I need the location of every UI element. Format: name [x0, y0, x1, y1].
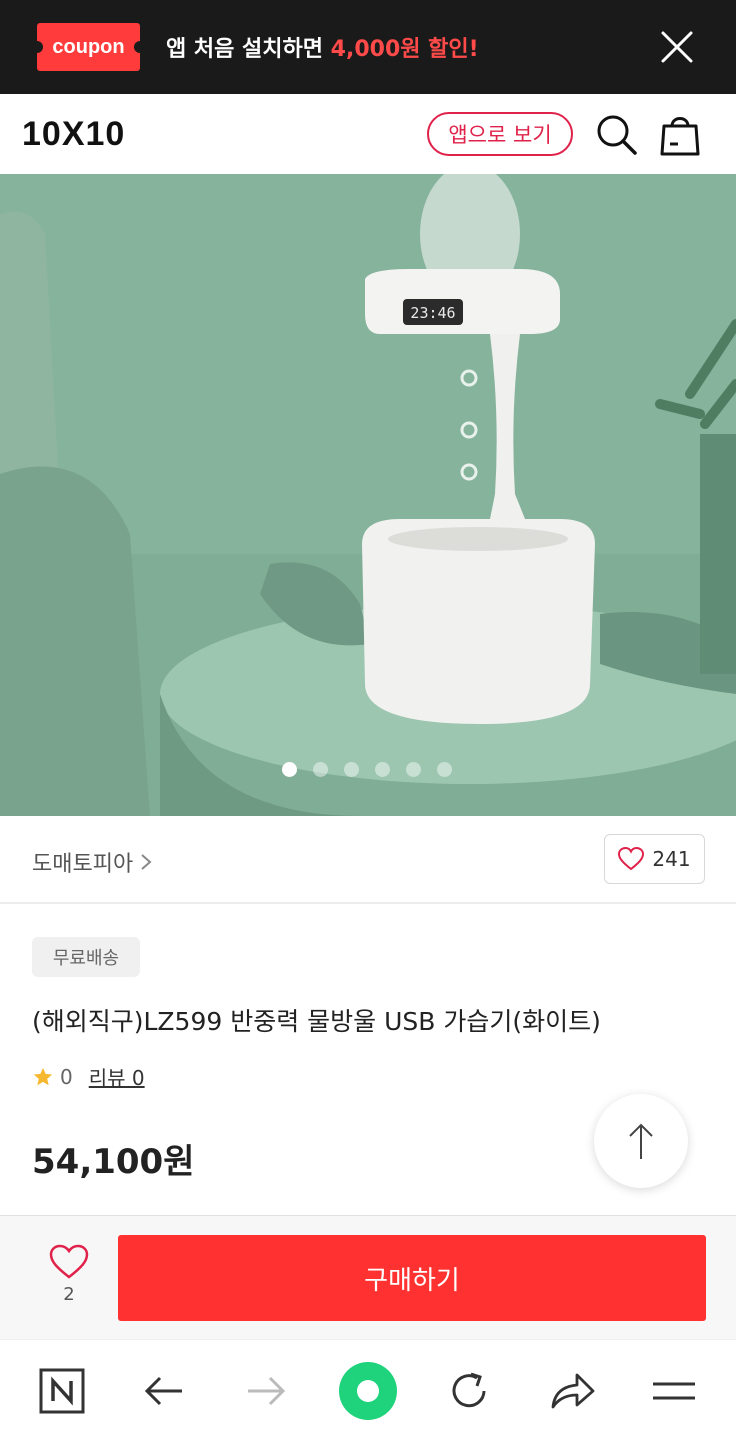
site-header: 10X10 앱으로 보기: [0, 94, 736, 174]
close-icon[interactable]: [658, 28, 696, 66]
rating-row: 0 리뷰 0: [32, 1062, 145, 1091]
buy-button[interactable]: 구매하기: [118, 1235, 706, 1321]
site-logo[interactable]: 10X10: [22, 115, 125, 154]
heart-icon: [49, 1244, 89, 1279]
gallery-dot[interactable]: [344, 762, 359, 777]
like-count: 241: [652, 847, 691, 871]
purchase-bar: 2 구매하기: [0, 1215, 736, 1339]
review-link[interactable]: 리뷰 0: [89, 1062, 145, 1091]
gallery-dot[interactable]: [282, 762, 297, 777]
open-in-app-button[interactable]: 앱으로 보기: [427, 112, 573, 156]
coupon-tag: coupon: [31, 23, 146, 71]
product-title: (해외직구)LZ599 반중력 물방울 USB 가습기(화이트): [32, 1007, 601, 1036]
gallery-dot[interactable]: [313, 762, 328, 777]
naver-home-icon[interactable]: [34, 1364, 90, 1418]
coupon-banner[interactable]: coupon 앱 처음 설치하면 4,000원 할인!: [0, 0, 736, 94]
wishlist-count: 2: [63, 1284, 75, 1305]
free-shipping-badge: 무료배송: [32, 937, 140, 977]
menu-icon[interactable]: [646, 1364, 702, 1418]
gallery-dot[interactable]: [406, 762, 421, 777]
gallery-pagination: [282, 762, 452, 777]
clock-display: 23:46: [410, 304, 455, 322]
browser-toolbar: [0, 1339, 736, 1440]
product-price: 54,100원: [32, 1142, 195, 1182]
coupon-banner-highlight: 4,000원 할인!: [330, 37, 479, 62]
back-arrow-icon[interactable]: [136, 1364, 192, 1418]
humidifier-photo: 23:46: [0, 174, 736, 816]
heart-icon: [618, 847, 645, 871]
forward-arrow-icon[interactable]: [238, 1364, 294, 1418]
green-dot-icon[interactable]: [335, 1358, 401, 1424]
star-icon: [33, 1067, 53, 1085]
product-page: coupon 앱 처음 설치하면 4,000원 할인! 10X10 앱으로 보기: [0, 0, 736, 1440]
seller-link[interactable]: 도매토피아: [32, 846, 153, 878]
seller-name: 도매토피아: [32, 852, 134, 877]
chevron-right-icon: [141, 854, 152, 870]
coupon-banner-text: 앱 처음 설치하면 4,000원 할인!: [166, 31, 479, 63]
gallery-dot[interactable]: [375, 762, 390, 777]
shopping-bag-icon[interactable]: [656, 110, 704, 158]
search-icon[interactable]: [594, 112, 638, 156]
wishlist-button[interactable]: 2: [38, 1244, 100, 1318]
scroll-top-button[interactable]: [594, 1094, 688, 1188]
arrow-up-icon: [629, 1123, 653, 1159]
like-button[interactable]: 241: [604, 834, 705, 884]
gallery-dot[interactable]: [437, 762, 452, 777]
rating-value: 0: [60, 1064, 73, 1089]
seller-row: 도매토피아 241: [0, 816, 736, 904]
product-image[interactable]: 23:46: [0, 174, 736, 816]
refresh-icon[interactable]: [441, 1364, 497, 1418]
share-icon[interactable]: [544, 1364, 600, 1418]
coupon-banner-text-prefix: 앱 처음 설치하면: [166, 37, 331, 62]
